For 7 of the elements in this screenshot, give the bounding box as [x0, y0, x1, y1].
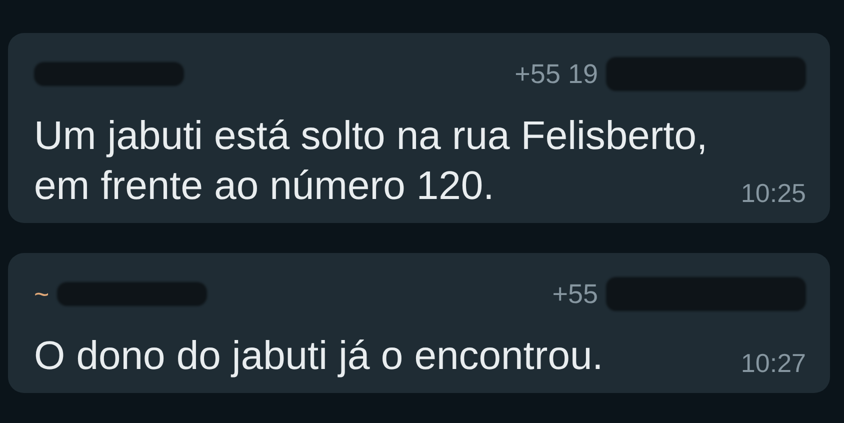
message-time: 10:25	[740, 178, 806, 210]
message-text: O dono do jabuti já o encontrou.	[34, 333, 604, 380]
message-text: Um jabuti está solto na rua Felisberto, em frente ao número 120.	[34, 113, 709, 210]
phone-number: +55	[552, 278, 598, 310]
message-time: 10:27	[740, 348, 806, 380]
sender-name: ~	[34, 278, 50, 310]
phone-number: +55 19	[514, 58, 598, 90]
